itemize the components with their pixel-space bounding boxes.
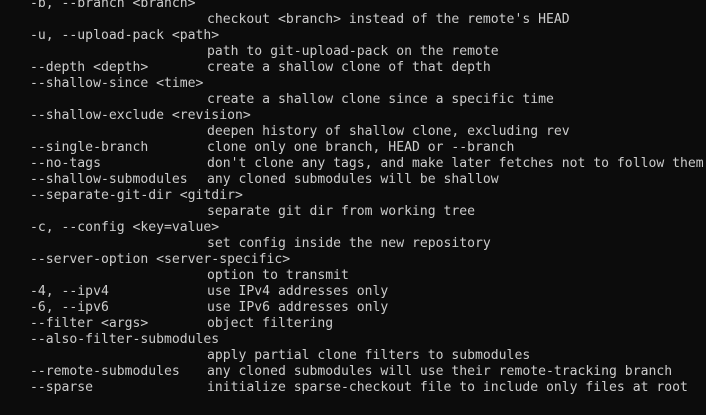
terminal-line: --depth <depth> create a shallow clone of… — [0, 60, 706, 76]
option-flag: --no-tags — [30, 156, 101, 171]
option-description: any cloned submodules will use their rem… — [207, 364, 673, 379]
terminal-line: create a shallow clone since a specific … — [0, 92, 706, 108]
option-description: any cloned submodules will be shallow — [207, 172, 499, 187]
option-flag: --remote-submodules — [30, 364, 180, 379]
option-description: deepen history of shallow clone, excludi… — [207, 124, 570, 139]
terminal-line: apply partial clone filters to submodule… — [0, 348, 706, 364]
option-description: clone only one branch, HEAD or --branch — [207, 140, 515, 155]
option-description: path to git-upload-pack on the remote — [207, 44, 499, 59]
option-description: create a shallow clone of that depth — [207, 60, 491, 75]
option-description: checkout <branch> instead of the remote'… — [207, 12, 570, 27]
terminal-line: --no-tags don't clone any tags, and make … — [0, 156, 706, 172]
option-flag: --shallow-exclude <revision> — [30, 108, 251, 123]
terminal-line: --separate-git-dir <gitdir> — [0, 188, 706, 204]
option-flag: --also-filter-submodules — [30, 332, 220, 347]
terminal-line: separate git dir from working tree — [0, 204, 706, 220]
option-description: use IPv6 addresses only — [207, 300, 389, 315]
terminal-line: --single-branch clone only one branch, HE… — [0, 140, 706, 156]
option-flag: --sparse — [30, 380, 94, 395]
option-flag: -u, --upload-pack <path> — [30, 28, 220, 43]
terminal-window[interactable]: -b, --branch <branch> checkout <branch> … — [0, 0, 706, 415]
terminal-line: --shallow-exclude <revision> — [0, 108, 706, 124]
terminal-line: -4, --ipv4 use IPv4 addresses only — [0, 284, 706, 300]
option-flag: --depth <depth> — [30, 60, 149, 75]
terminal-line: --filter <args> object filtering — [0, 316, 706, 332]
terminal-line: -c, --config <key=value> — [0, 220, 706, 236]
option-description: separate git dir from working tree — [207, 204, 476, 219]
terminal-line: --shallow-since <time> — [0, 76, 706, 92]
option-description: option to transmit — [207, 268, 349, 283]
option-flag: --shallow-submodules — [30, 172, 188, 187]
terminal-line: --also-filter-submodules — [0, 332, 706, 348]
terminal-line: -6, --ipv6 use IPv6 addresses only — [0, 300, 706, 316]
terminal-line: deepen history of shallow clone, excludi… — [0, 124, 706, 140]
option-description: initialize sparse-checkout file to inclu… — [207, 380, 688, 395]
terminal-line: -b, --branch <branch> — [0, 0, 706, 12]
terminal-line: path to git-upload-pack on the remote — [0, 44, 706, 60]
terminal-line: --shallow-submodules any cloned submodule… — [0, 172, 706, 188]
terminal-line: --sparse initialize sparse-checkout file … — [0, 380, 706, 396]
option-description: object filtering — [207, 316, 334, 331]
option-flag: -6, --ipv6 — [30, 300, 109, 315]
terminal-line: --server-option <server-specific> — [0, 252, 706, 268]
terminal-line: checkout <branch> instead of the remote'… — [0, 12, 706, 28]
terminal-line: --remote-submodules any cloned submodules… — [0, 364, 706, 380]
option-flag: -4, --ipv4 — [30, 284, 109, 299]
terminal-line: -u, --upload-pack <path> — [0, 28, 706, 44]
terminal-line: set config inside the new repository — [0, 236, 706, 252]
terminal-line: option to transmit — [0, 268, 706, 284]
option-flag: -b, --branch <branch> — [30, 0, 196, 11]
option-flag: --single-branch — [30, 140, 149, 155]
option-flag: --server-option <server-specific> — [30, 252, 291, 267]
option-description: set config inside the new repository — [207, 236, 491, 251]
option-description: don't clone any tags, and make later fet… — [207, 156, 704, 171]
option-flag: --shallow-since <time> — [30, 76, 204, 91]
option-flag: -c, --config <key=value> — [30, 220, 220, 235]
option-flag: --filter <args> — [30, 316, 149, 331]
option-description: apply partial clone filters to submodule… — [207, 348, 531, 363]
option-flag: --separate-git-dir <gitdir> — [30, 188, 243, 203]
option-description: use IPv4 addresses only — [207, 284, 389, 299]
option-description: create a shallow clone since a specific … — [207, 92, 554, 107]
